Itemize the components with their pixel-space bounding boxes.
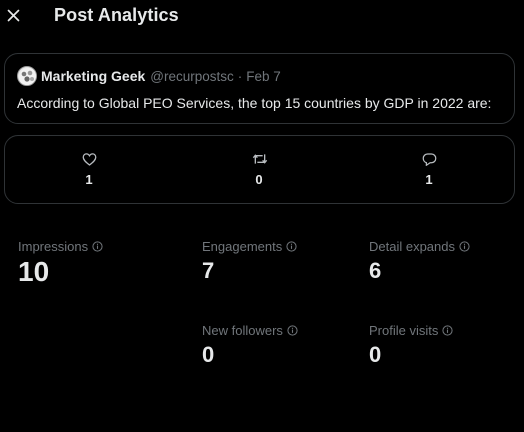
- info-icon[interactable]: [92, 241, 103, 252]
- author-name[interactable]: Marketing Geek: [41, 68, 145, 84]
- post-text: According to Global PEO Services, the to…: [17, 95, 492, 111]
- info-icon[interactable]: [442, 325, 453, 336]
- reply-icon: [422, 153, 437, 166]
- page-title: Post Analytics: [54, 5, 179, 25]
- detail-expands-label: Detail expands: [369, 239, 455, 254]
- profile-visits-value: 0: [369, 342, 382, 367]
- retweets-stat[interactable]: 0: [239, 151, 279, 191]
- new-followers-metric: New followers 0: [202, 323, 298, 368]
- new-followers-label: New followers: [202, 323, 283, 338]
- impressions-label: Impressions: [18, 239, 89, 254]
- info-icon[interactable]: [287, 325, 298, 336]
- close-button[interactable]: [4, 4, 24, 26]
- detail-expands-metric: Detail expands 6: [369, 239, 470, 284]
- post-header: Marketing Geek @recurpostsc · Feb 7: [17, 66, 281, 86]
- retweet-icon: [252, 154, 268, 164]
- profile-visits-metric: Profile visits 0: [369, 323, 453, 368]
- replies-count: 1: [425, 172, 433, 187]
- engagement-summary: 1 0 1: [4, 135, 515, 204]
- post-date[interactable]: Feb 7: [246, 69, 281, 84]
- engagements-value: 7: [202, 258, 215, 283]
- retweets-count: 0: [255, 172, 263, 187]
- separator-dot: ·: [237, 68, 243, 84]
- heart-icon: [82, 153, 97, 166]
- post-analytics-page: Post Analytics Marketing Geek @recurpost…: [0, 0, 524, 432]
- detail-expands-value: 6: [369, 258, 382, 283]
- likes-count: 1: [85, 172, 93, 187]
- impressions-metric: Impressions 10: [18, 239, 103, 288]
- header: Post Analytics: [0, 0, 524, 32]
- impressions-value: 10: [18, 256, 50, 287]
- engagements-metric: Engagements 7: [202, 239, 297, 284]
- close-icon: [7, 9, 20, 22]
- info-icon[interactable]: [459, 241, 470, 252]
- post-preview-card[interactable]: Marketing Geek @recurpostsc · Feb 7 Acco…: [4, 53, 515, 124]
- engagements-label: Engagements: [202, 239, 283, 254]
- likes-stat[interactable]: 1: [69, 151, 109, 191]
- replies-stat[interactable]: 1: [409, 151, 449, 191]
- avatar[interactable]: [17, 66, 37, 86]
- new-followers-value: 0: [202, 342, 215, 367]
- avatar-image: [19, 68, 36, 85]
- author-handle[interactable]: @recurpostsc: [150, 69, 233, 84]
- info-icon[interactable]: [286, 241, 297, 252]
- profile-visits-label: Profile visits: [369, 323, 439, 338]
